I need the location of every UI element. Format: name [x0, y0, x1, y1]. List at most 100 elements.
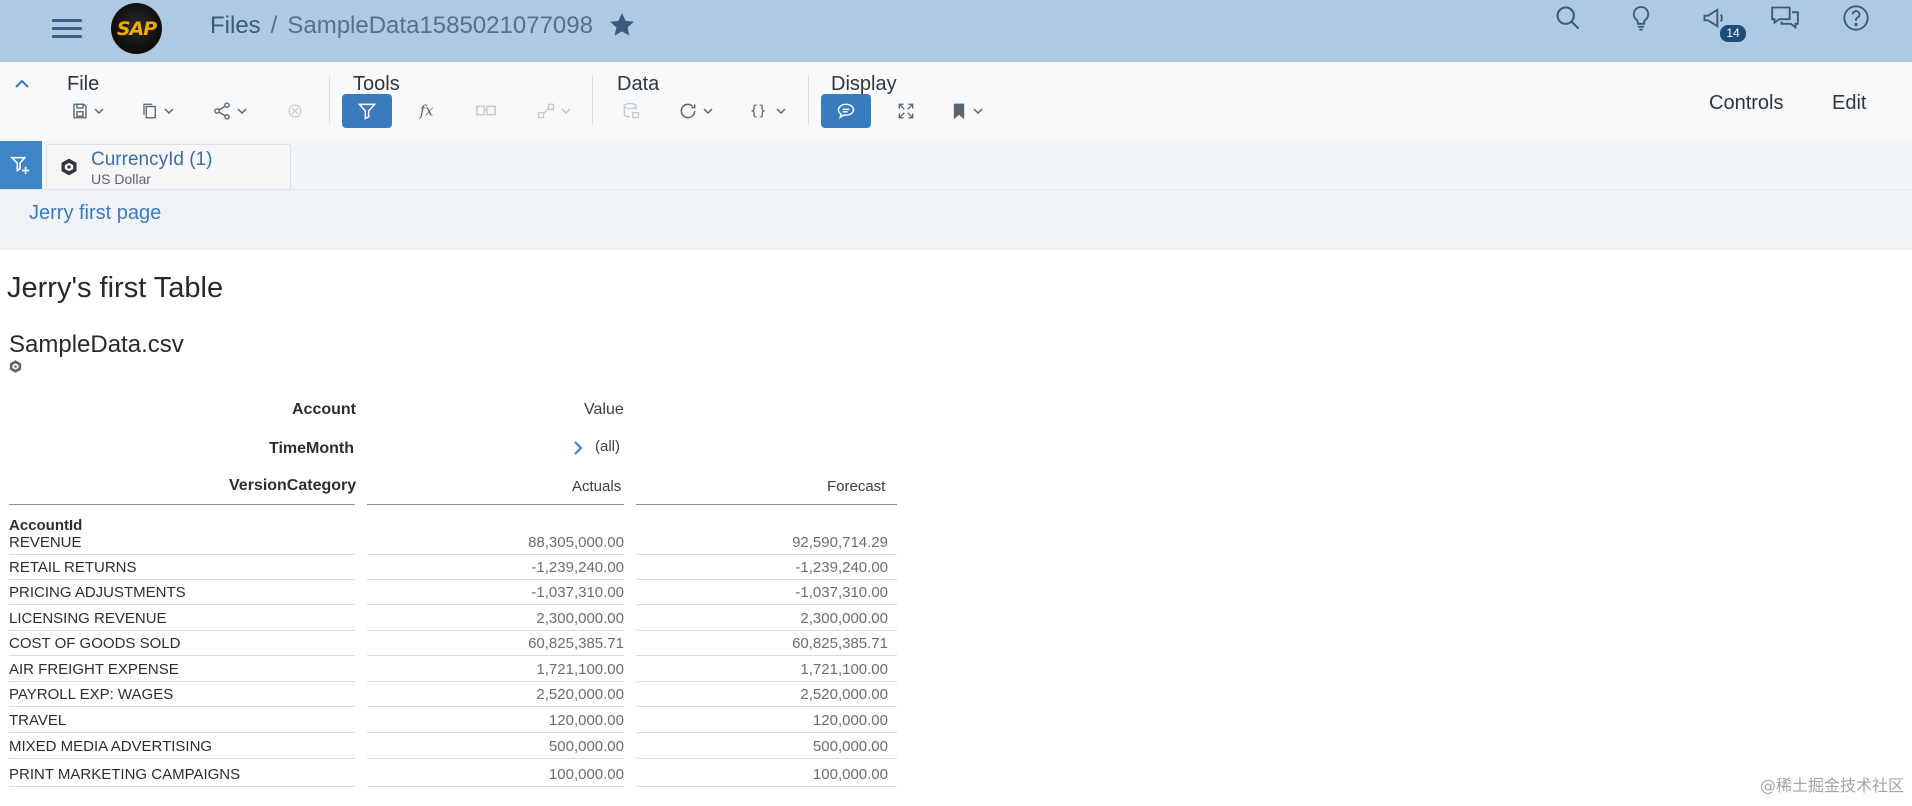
search-icon[interactable]	[1550, 0, 1586, 36]
watermark: @稀土掘金技术社区	[1759, 776, 1904, 795]
row-divider	[636, 706, 897, 707]
help-icon[interactable]	[1838, 0, 1874, 36]
lightbulb-icon[interactable]	[1623, 0, 1659, 36]
collapse-toolbar-icon[interactable]	[12, 74, 32, 94]
story-canvas: Jerry's first Table SampleData.csv Accou…	[0, 250, 1912, 806]
toolbar-divider	[808, 76, 809, 124]
data-group-label: Data	[617, 73, 660, 95]
row-divider	[9, 630, 355, 631]
bookmark-button[interactable]	[946, 94, 988, 128]
page-title: Jerry's first Table	[7, 272, 224, 304]
filter-token-title: CurrencyId (1)	[91, 149, 213, 170]
row-divider	[367, 758, 624, 759]
row-divider	[9, 732, 355, 733]
tools-group-label: Tools	[353, 73, 400, 95]
toolbar: File Tools fx Data {} Display Controls E…	[0, 62, 1912, 142]
tab-jerry-first-page[interactable]: Jerry first page	[29, 202, 161, 225]
forecast-cell: 120,000.00	[812, 712, 888, 729]
actuals-cell: 2,300,000.00	[536, 610, 624, 627]
breadcrumb-files-link[interactable]: Files	[210, 12, 261, 39]
account-label: TRAVEL	[9, 712, 67, 729]
header-value: Value	[584, 401, 624, 418]
megaphone-icon[interactable]: 14	[1697, 0, 1747, 43]
svg-text:fx: fx	[419, 103, 434, 120]
header-accountid: AccountId	[9, 517, 83, 534]
account-label: COST OF GOODS SOLD	[9, 635, 181, 652]
account-label: AIR FREIGHT EXPENSE	[9, 661, 179, 678]
forecast-cell: 1,721,100.00	[800, 661, 888, 678]
row-divider	[636, 681, 897, 682]
chat-icon[interactable]	[1767, 0, 1803, 36]
forecast-cell: 500,000.00	[812, 738, 888, 755]
header-all: (all)	[595, 438, 620, 455]
row-divider	[636, 554, 897, 555]
data-source-icon	[617, 94, 645, 128]
actuals-cell: 500,000.00	[548, 738, 624, 755]
dimension-icon	[59, 157, 79, 182]
actuals-cell: 2,520,000.00	[536, 686, 624, 703]
save-button[interactable]	[66, 94, 110, 128]
row-divider	[636, 630, 897, 631]
file-name: SampleData1585021077098	[287, 12, 593, 39]
row-divider	[636, 579, 897, 580]
row-divider	[636, 655, 897, 656]
account-label: RETAIL RETURNS	[9, 559, 137, 576]
row-divider	[9, 554, 355, 555]
header-forecast: Forecast	[827, 478, 886, 495]
row-divider	[9, 758, 355, 759]
forecast-cell: 100,000.00	[812, 766, 888, 783]
shell-bar: SAP Files / SampleData1585021077098 14	[0, 0, 1912, 62]
page-tab-bar: Jerry first page	[0, 190, 1912, 250]
breadcrumb: Files / SampleData1585021077098	[210, 12, 593, 40]
forecast-cell: -1,239,240.00	[795, 559, 888, 576]
row-divider	[9, 786, 355, 787]
filter-token-value: US Dollar	[91, 171, 151, 187]
menu-icon[interactable]	[52, 14, 82, 44]
script-button[interactable]: {}	[745, 94, 791, 128]
model-icon	[8, 359, 23, 379]
comment-mode-button[interactable]	[821, 94, 871, 128]
header-versioncategory: VersionCategory	[229, 477, 357, 494]
header-divider	[636, 504, 897, 505]
row-divider	[636, 604, 897, 605]
copy-button[interactable]	[136, 94, 180, 128]
row-divider	[367, 681, 624, 682]
header-account: Account	[292, 401, 356, 418]
table-tile-title: SampleData.csv	[9, 331, 184, 358]
actuals-cell: 60,825,385.71	[528, 635, 624, 652]
row-divider	[367, 706, 624, 707]
disabled-cancel-icon	[282, 94, 308, 128]
hierarchy-tool-icon	[471, 94, 501, 128]
actuals-cell: 100,000.00	[548, 766, 624, 783]
account-label: PRINT MARKETING CAMPAIGNS	[9, 766, 241, 783]
add-filter-button[interactable]	[0, 141, 42, 189]
controls-button[interactable]: Controls	[1709, 92, 1783, 115]
row-divider	[9, 579, 355, 580]
row-divider	[9, 706, 355, 707]
row-divider	[9, 681, 355, 682]
formula-icon[interactable]: fx	[414, 94, 442, 128]
edit-button[interactable]: Edit	[1832, 92, 1866, 115]
star-icon[interactable]	[607, 10, 637, 40]
forecast-cell: 92,590,714.29	[792, 534, 888, 551]
toolbar-divider	[592, 76, 593, 124]
actuals-cell: -1,037,310.00	[531, 584, 624, 601]
filter-tool-button[interactable]	[342, 94, 392, 128]
sap-logo[interactable]: SAP	[111, 3, 162, 54]
row-divider	[367, 655, 624, 656]
account-label: MIXED MEDIA ADVERTISING	[9, 738, 213, 755]
expand-chevron-icon[interactable]	[571, 438, 585, 463]
row-divider	[367, 630, 624, 631]
row-divider	[367, 786, 624, 787]
header-divider	[367, 504, 624, 505]
forecast-cell: -1,037,310.00	[795, 584, 888, 601]
forecast-cell: 2,520,000.00	[800, 686, 888, 703]
currency-filter-token[interactable]: CurrencyId (1) US Dollar	[46, 144, 291, 190]
account-label: PRICING ADJUSTMENTS	[9, 584, 186, 601]
refresh-button[interactable]	[674, 94, 718, 128]
row-divider	[367, 732, 624, 733]
share-button[interactable]	[207, 94, 253, 128]
fullscreen-icon[interactable]	[892, 94, 920, 128]
actuals-cell: 88,305,000.00	[528, 534, 624, 551]
row-divider	[636, 732, 897, 733]
